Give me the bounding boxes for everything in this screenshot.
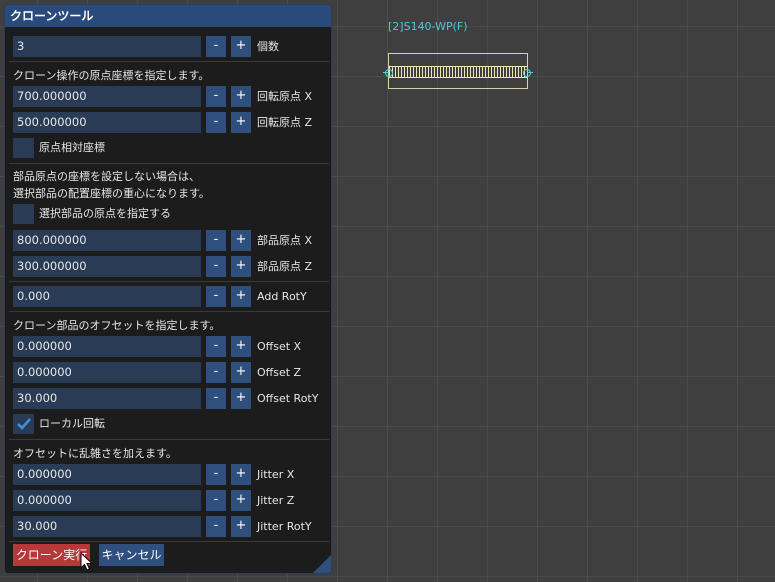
clone-run-button[interactable]: クローン実行 [13, 544, 90, 566]
offset-x-plus-button[interactable]: + [231, 336, 251, 357]
count-plus-button[interactable]: + [231, 36, 251, 57]
offset-z-minus-button[interactable]: - [206, 362, 226, 383]
rot-origin-x-input[interactable]: 700.000000 [13, 86, 201, 107]
divider [9, 281, 329, 282]
part-origin-x-plus-button[interactable]: + [231, 230, 251, 251]
offset-roty-input[interactable]: 30.000 [13, 388, 201, 409]
scene-label: [2]S140-WP(F) [388, 20, 468, 33]
offset-z-plus-button[interactable]: + [231, 362, 251, 383]
jitter-x-plus-button[interactable]: + [231, 464, 251, 485]
divider [9, 61, 329, 62]
specify-part-origin-label: 選択部品の原点を指定する [39, 207, 171, 220]
jitter-section-text: オフセットに乱雑さを加えます。 [13, 447, 177, 460]
rail-part[interactable] [383, 53, 533, 89]
rot-origin-x-plus-button[interactable]: + [231, 86, 251, 107]
origin-section-text: クローン操作の原点座標を指定します。 [13, 69, 210, 82]
add-roty-input[interactable]: 0.000 [13, 286, 201, 307]
panel-title[interactable]: クローンツール [5, 5, 331, 27]
divider [9, 311, 329, 312]
part-origin-x-minus-button[interactable]: - [206, 230, 226, 251]
rail-track [389, 66, 527, 78]
specify-part-origin-checkbox[interactable] [13, 204, 34, 224]
rot-origin-z-plus-button[interactable]: + [231, 112, 251, 133]
add-roty-plus-button[interactable]: + [231, 286, 251, 307]
relative-coords-label: 原点相対座標 [39, 141, 105, 154]
mouse-cursor-icon [80, 552, 94, 571]
divider [9, 439, 329, 440]
rot-origin-x-minus-button[interactable]: - [206, 86, 226, 107]
add-roty-label: Add RotY [257, 290, 307, 303]
offset-x-minus-button[interactable]: - [206, 336, 226, 357]
offset-roty-label: Offset RotY [257, 392, 319, 405]
cancel-button[interactable]: キャンセル [99, 544, 164, 566]
jitter-x-label: Jitter X [257, 468, 295, 481]
jitter-z-minus-button[interactable]: - [206, 490, 226, 511]
resize-handle[interactable] [313, 555, 331, 573]
offset-x-label: Offset X [257, 340, 302, 353]
offset-z-label: Offset Z [257, 366, 302, 379]
part-origin-text-2: 選択部品の配置座標の重心になります。 [13, 187, 210, 200]
offset-roty-plus-button[interactable]: + [231, 388, 251, 409]
part-origin-z-plus-button[interactable]: + [231, 256, 251, 277]
count-minus-button[interactable]: - [206, 36, 226, 57]
part-origin-text-1: 部品原点の座標を設定しない場合は、 [13, 170, 200, 183]
jitter-x-minus-button[interactable]: - [206, 464, 226, 485]
local-rotation-checkbox[interactable] [13, 414, 34, 434]
rot-origin-z-minus-button[interactable]: - [206, 112, 226, 133]
part-origin-x-input[interactable]: 800.000000 [13, 230, 201, 251]
jitter-z-label: Jitter Z [257, 494, 295, 507]
jitter-z-input[interactable]: 0.000000 [13, 490, 201, 511]
count-label: 個数 [257, 40, 279, 53]
part-origin-z-label: 部品原点 Z [257, 260, 313, 273]
divider [9, 541, 329, 542]
add-roty-minus-button[interactable]: - [206, 286, 226, 307]
offset-z-input[interactable]: 0.000000 [13, 362, 201, 383]
clone-tool-panel: クローンツール 3 - + 個数 クローン操作の原点座標を指定します。 700.… [4, 4, 332, 574]
jitter-roty-plus-button[interactable]: + [231, 516, 251, 537]
count-input[interactable]: 3 [13, 36, 201, 57]
jitter-z-plus-button[interactable]: + [231, 490, 251, 511]
rail-end-right [523, 69, 531, 77]
rail-end-left [385, 69, 393, 77]
jitter-roty-input[interactable]: 30.000 [13, 516, 201, 537]
offset-roty-minus-button[interactable]: - [206, 388, 226, 409]
rot-origin-z-label: 回転原点 Z [257, 116, 313, 129]
jitter-roty-minus-button[interactable]: - [206, 516, 226, 537]
part-origin-z-minus-button[interactable]: - [206, 256, 226, 277]
divider [9, 163, 329, 164]
part-origin-x-label: 部品原点 X [257, 234, 313, 247]
relative-coords-checkbox[interactable] [13, 138, 34, 158]
offset-x-input[interactable]: 0.000000 [13, 336, 201, 357]
offset-section-text: クローン部品のオフセットを指定します。 [13, 319, 221, 332]
local-rotation-label: ローカル回転 [39, 417, 105, 430]
rot-origin-z-input[interactable]: 500.000000 [13, 112, 201, 133]
jitter-x-input[interactable]: 0.000000 [13, 464, 201, 485]
check-icon [17, 418, 31, 430]
rot-origin-x-label: 回転原点 X [257, 90, 313, 103]
jitter-roty-label: Jitter RotY [257, 520, 312, 533]
part-origin-z-input[interactable]: 300.000000 [13, 256, 201, 277]
